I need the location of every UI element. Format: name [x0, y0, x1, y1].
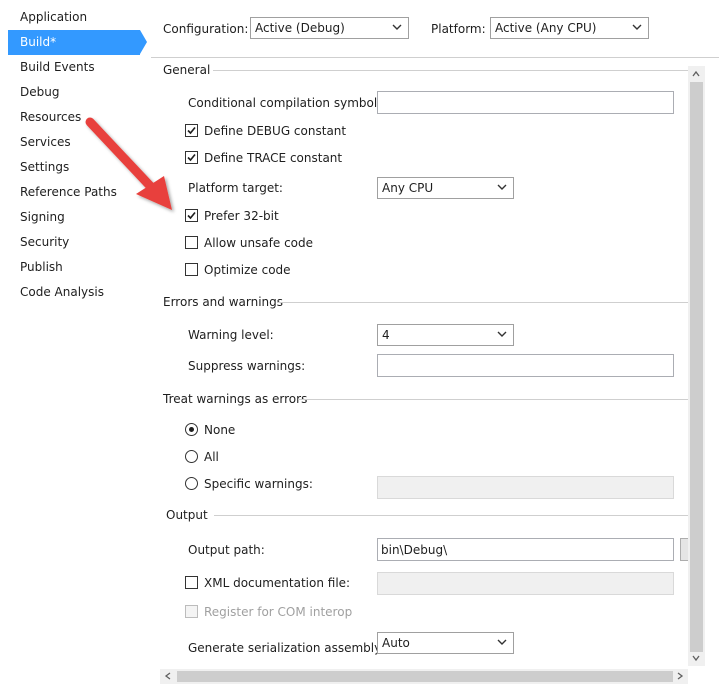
define-debug-checkbox[interactable]	[185, 124, 198, 137]
define-debug-label: Define DEBUG constant	[204, 124, 347, 138]
section-treat-warnings-heading: Treat warnings as errors	[163, 392, 308, 406]
active-pointer	[140, 30, 147, 54]
section-divider	[213, 70, 688, 71]
radio-dot	[189, 427, 194, 432]
prefer-32bit-checkbox[interactable]	[185, 209, 198, 222]
checkmark-icon	[187, 211, 196, 220]
section-general-heading: General	[163, 63, 211, 77]
scroll-left-icon[interactable]	[164, 672, 172, 680]
conditional-symbols-label: Conditional compilation symbols:	[188, 96, 388, 110]
vertical-scroll-thumb[interactable]	[690, 82, 703, 652]
section-divider	[277, 302, 688, 303]
warning-level-value: 4	[382, 328, 390, 342]
platform-target-label: Platform target:	[188, 181, 283, 195]
sidebar-item-debug[interactable]: Debug	[8, 80, 140, 105]
output-path-label: Output path:	[188, 543, 265, 557]
horizontal-scroll-thumb[interactable]	[177, 671, 673, 682]
xml-documentation-label: XML documentation file:	[204, 576, 351, 590]
sidebar-item-label: Signing	[20, 210, 65, 224]
xml-documentation-input	[377, 572, 674, 595]
chevron-down-icon	[497, 184, 507, 190]
serialization-dropdown[interactable]: Auto	[377, 632, 514, 654]
chevron-down-icon	[497, 331, 507, 337]
allow-unsafe-label: Allow unsafe code	[204, 236, 314, 250]
checkmark-icon	[187, 126, 196, 135]
section-errors-heading: Errors and warnings	[163, 295, 284, 309]
optimize-code-checkbox[interactable]	[185, 263, 198, 276]
optimize-code-label: Optimize code	[204, 263, 291, 277]
sidebar-item-label: Publish	[20, 260, 63, 274]
treat-specific-radio[interactable]	[185, 477, 198, 490]
suppress-warnings-input[interactable]	[377, 354, 674, 377]
platform-target-dropdown[interactable]: Any CPU	[377, 177, 514, 199]
checkmark-icon	[187, 153, 196, 162]
sidebar-item-build-events[interactable]: Build Events	[8, 55, 140, 80]
sidebar-item-label: Debug	[20, 85, 60, 99]
prefer-32bit-label: Prefer 32-bit	[204, 209, 279, 223]
treat-specific-label: Specific warnings:	[204, 477, 313, 491]
output-path-input[interactable]: bin\Debug\	[377, 538, 674, 561]
horizontal-scrollbar[interactable]	[160, 669, 688, 684]
sidebar-item-label: Security	[20, 235, 70, 249]
treat-none-label: None	[204, 423, 236, 437]
register-com-checkbox	[185, 605, 198, 618]
sidebar-item-label: Resources	[20, 110, 82, 124]
sidebar-item-label: Settings	[20, 160, 70, 174]
xml-documentation-checkbox[interactable]	[185, 576, 198, 589]
configuration-label: Configuration:	[163, 22, 249, 36]
sidebar-item-code-analysis[interactable]: Code Analysis	[8, 280, 140, 305]
platform-target-value: Any CPU	[382, 181, 434, 195]
treat-all-radio[interactable]	[185, 450, 198, 463]
sidebar-item-build[interactable]: Build*	[8, 30, 140, 55]
sidebar-item-label: Application	[20, 10, 88, 24]
serialization-value: Auto	[382, 636, 410, 650]
section-divider	[298, 399, 688, 400]
suppress-warnings-label: Suppress warnings:	[188, 359, 306, 373]
serialization-label: Generate serialization assembly:	[188, 641, 385, 655]
treat-all-label: All	[204, 450, 219, 464]
sidebar-item-application[interactable]: Application	[8, 5, 140, 30]
chevron-down-icon	[632, 24, 642, 30]
output-path-value: bin\Debug\	[381, 543, 448, 557]
sidebar-item-label: Code Analysis	[20, 285, 104, 299]
platform-dropdown[interactable]: Active (Any CPU)	[490, 17, 649, 39]
platform-value: Active (Any CPU)	[495, 21, 597, 35]
conditional-symbols-input[interactable]	[377, 91, 674, 114]
scroll-down-icon[interactable]	[692, 654, 700, 662]
sidebar-item-publish[interactable]: Publish	[8, 255, 140, 280]
configuration-value: Active (Debug)	[255, 21, 345, 35]
warning-level-dropdown[interactable]: 4	[377, 324, 514, 346]
sidebar-item-label: Services	[20, 135, 71, 149]
chevron-down-icon	[392, 24, 402, 30]
vertical-scrollbar[interactable]	[688, 66, 705, 666]
specific-warnings-input	[377, 476, 674, 499]
section-output-heading: Output	[166, 508, 208, 522]
treat-none-radio[interactable]	[185, 423, 198, 436]
platform-label: Platform:	[431, 22, 486, 36]
scroll-right-icon[interactable]	[676, 672, 684, 680]
sidebar: Application Build* Build Events Debug Re…	[0, 0, 150, 699]
register-com-label: Register for COM interop	[204, 605, 353, 619]
toolbar-divider	[151, 57, 719, 58]
annotation-arrow-icon	[85, 117, 172, 210]
define-trace-label: Define TRACE constant	[204, 151, 343, 165]
chevron-down-icon	[497, 639, 507, 645]
sidebar-item-label: Build Events	[20, 60, 95, 74]
section-divider	[214, 515, 688, 516]
sidebar-item-security[interactable]: Security	[8, 230, 140, 255]
define-trace-checkbox[interactable]	[185, 151, 198, 164]
allow-unsafe-checkbox[interactable]	[185, 236, 198, 249]
warning-level-label: Warning level:	[188, 328, 274, 342]
sidebar-item-label: Build*	[20, 35, 57, 49]
scroll-up-icon[interactable]	[692, 70, 700, 78]
configuration-dropdown[interactable]: Active (Debug)	[250, 17, 409, 39]
